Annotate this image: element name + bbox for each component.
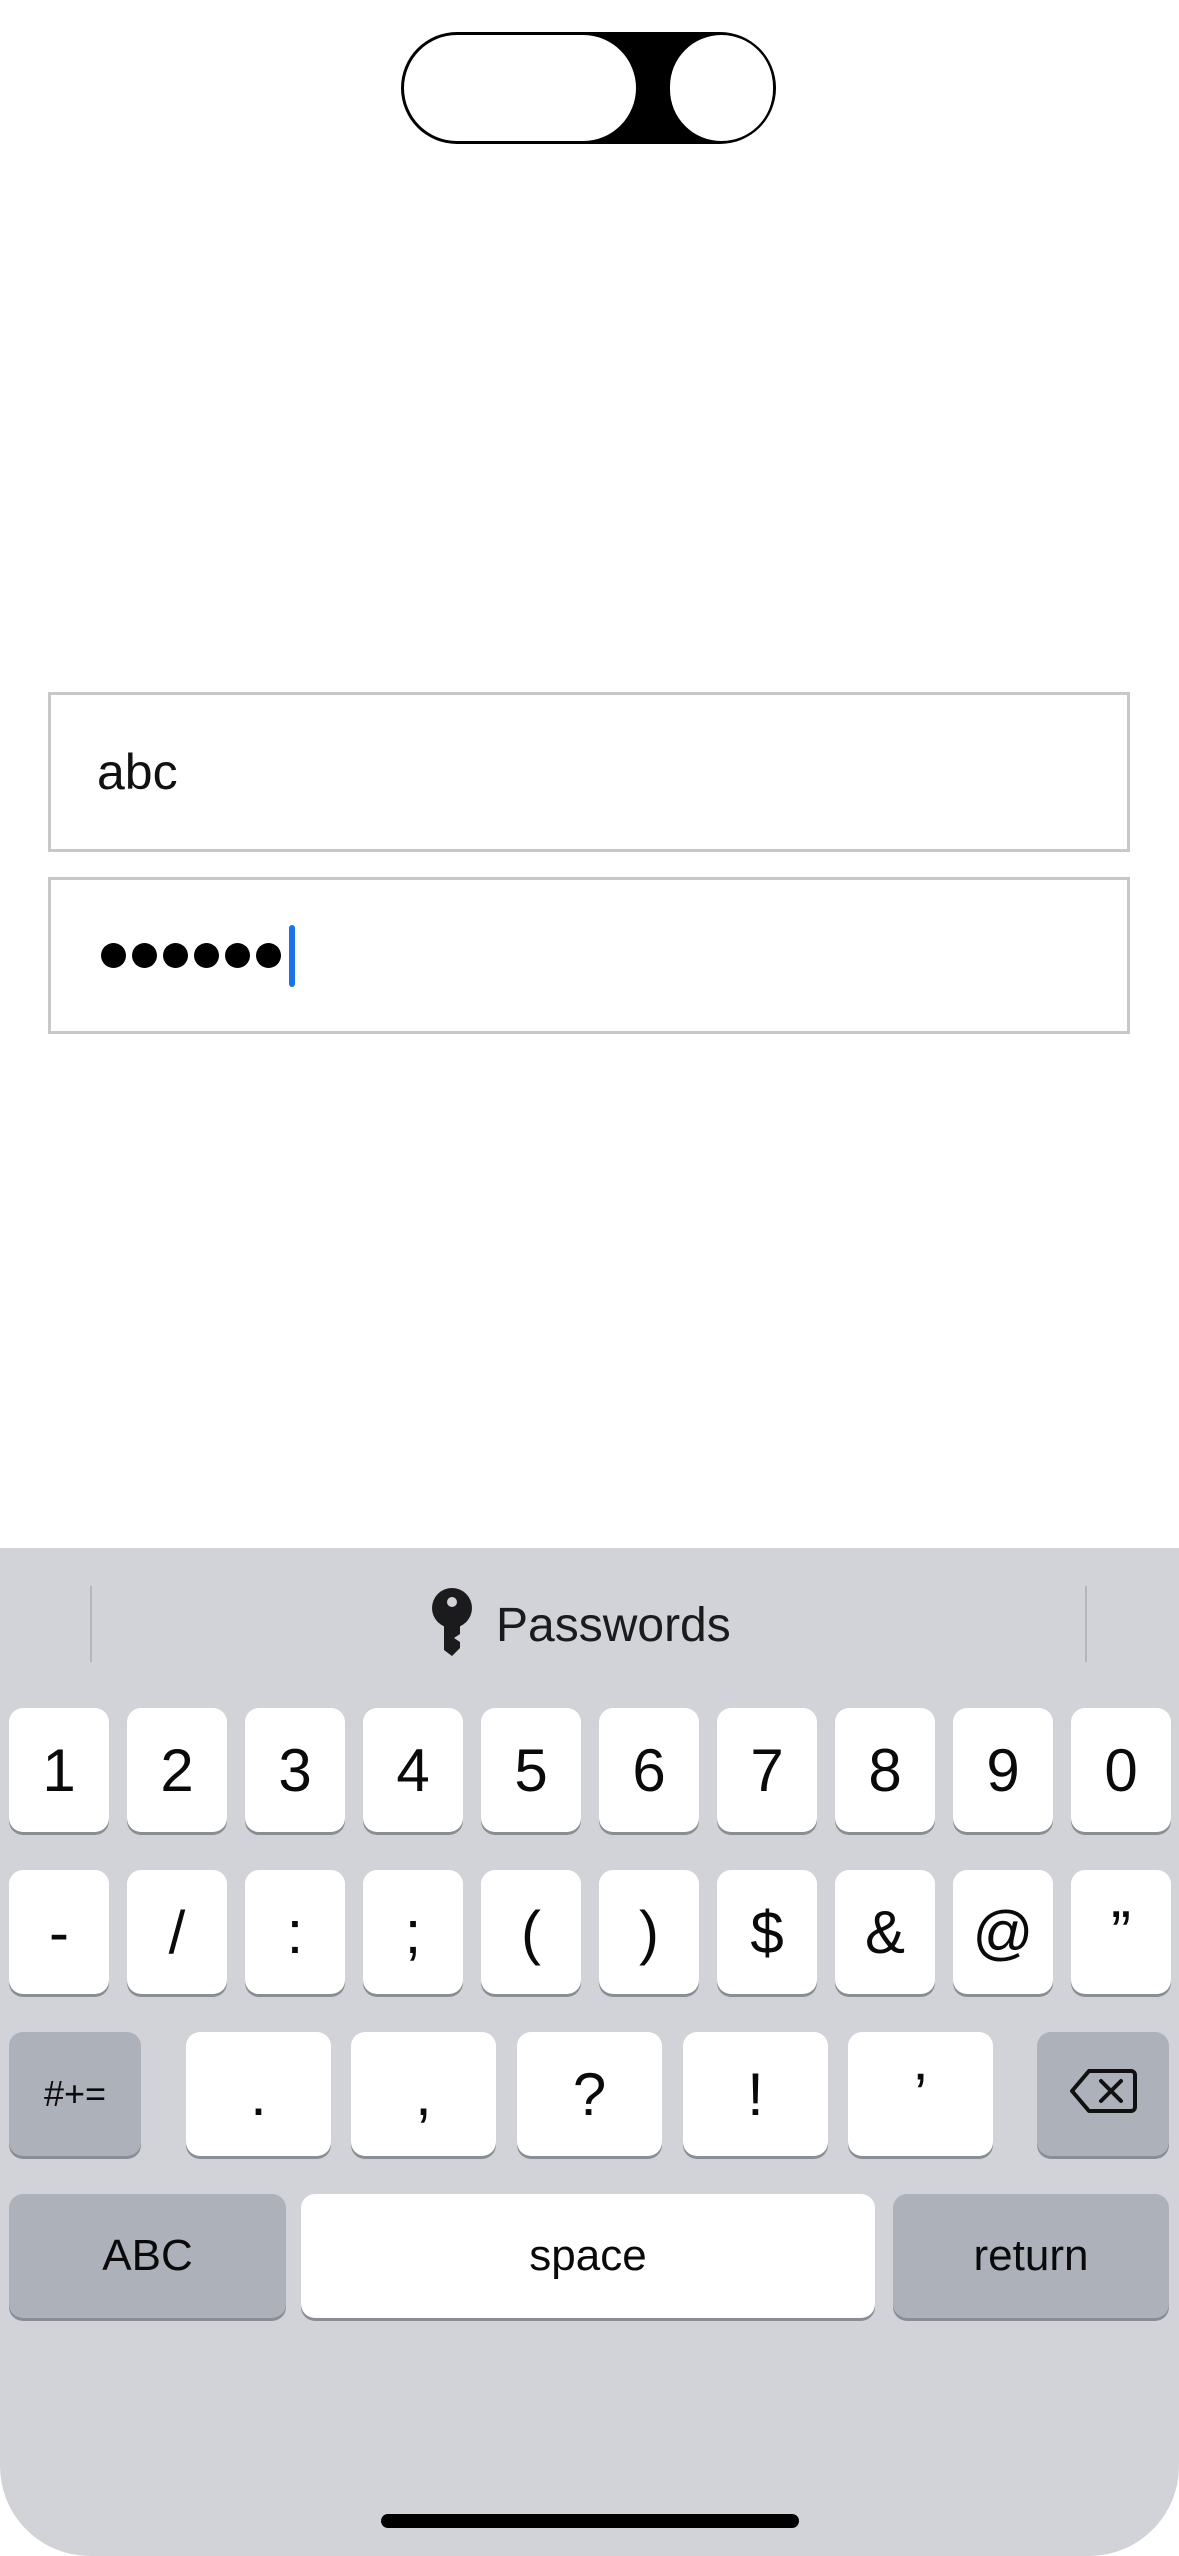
return-key[interactable]: return [893,2194,1169,2318]
username-value: abc [97,744,178,800]
key-question[interactable]: ? [517,2032,662,2156]
key-slash[interactable]: / [127,1870,227,1994]
key-exclamation[interactable]: ! [683,2032,828,2156]
key-icon [430,1588,474,1662]
passwords-suggestion[interactable]: Passwords [430,1588,731,1662]
password-dot [225,943,250,968]
toggle-right-knob[interactable] [670,35,773,141]
toggle-left-segment[interactable] [404,35,636,141]
key-3[interactable]: 3 [245,1708,345,1832]
key-apostrophe[interactable]: ’ [848,2032,993,2156]
key-comma[interactable]: , [351,2032,496,2156]
key-7[interactable]: 7 [717,1708,817,1832]
key-1[interactable]: 1 [9,1708,109,1832]
key-0[interactable]: 0 [1071,1708,1171,1832]
key-colon[interactable]: : [245,1870,345,1994]
key-period[interactable]: . [186,2032,331,2156]
key-abc[interactable]: ABC [9,2194,286,2318]
passwords-label: Passwords [496,1598,731,1652]
key-5[interactable]: 5 [481,1708,581,1832]
password-dot [132,943,157,968]
key-close-paren[interactable]: ) [599,1870,699,1994]
password-field[interactable] [48,877,1130,1034]
password-dot [101,943,126,968]
username-field[interactable]: abc [48,692,1130,852]
key-9[interactable]: 9 [953,1708,1053,1832]
key-semicolon[interactable]: ; [363,1870,463,1994]
key-4[interactable]: 4 [363,1708,463,1832]
key-6[interactable]: 6 [599,1708,699,1832]
home-indicator[interactable] [381,2514,799,2528]
suggestion-divider-right [1085,1586,1087,1662]
key-at[interactable]: @ [953,1870,1053,1994]
password-dot [163,943,188,968]
key-2[interactable]: 2 [127,1708,227,1832]
key-open-paren[interactable]: ( [481,1870,581,1994]
key-8[interactable]: 8 [835,1708,935,1832]
password-mask [101,924,295,987]
delete-backward-icon [1069,2060,1137,2129]
password-dot [194,943,219,968]
key-more-symbols[interactable]: #+= [9,2032,141,2156]
key-quote[interactable]: ” [1071,1870,1171,1994]
space-key[interactable]: space [301,2194,875,2318]
key-dollar[interactable]: $ [717,1870,817,1994]
delete-button[interactable] [1037,2032,1169,2156]
key-ampersand[interactable]: & [835,1870,935,1994]
password-dot [256,943,281,968]
suggestion-divider-left [90,1586,92,1662]
key-hyphen[interactable]: - [9,1870,109,1994]
text-caret [289,924,295,987]
